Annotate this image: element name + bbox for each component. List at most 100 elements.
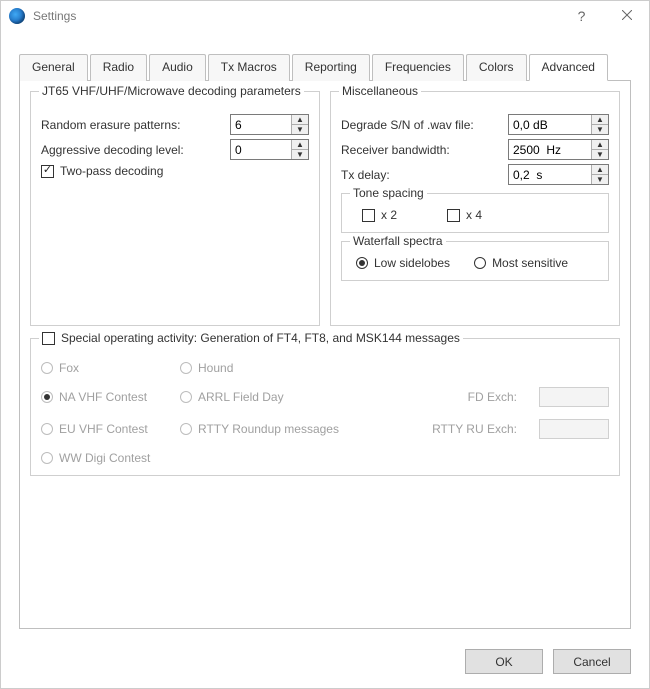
radio-icon [180,423,192,435]
tab-general[interactable]: General [19,54,88,81]
rtty-exch-input[interactable] [539,419,609,439]
radio-arrl-fd[interactable]: ARRL Field Day [180,390,350,404]
aggressive-down[interactable]: ▼ [292,150,308,159]
radio-ww-digi-label: WW Digi Contest [59,451,150,465]
waterfall-sensitive-radio[interactable]: Most sensitive [474,256,568,270]
erasure-up[interactable]: ▲ [292,115,308,125]
help-button[interactable]: ? [559,1,604,31]
degrade-down[interactable]: ▼ [592,125,608,134]
fd-exch-label: FD Exch: [364,390,517,404]
special-legend-container: Special operating activity: Generation o… [39,331,463,345]
radio-na-vhf[interactable]: NA VHF Contest [41,390,166,404]
radio-arrl-fd-label: ARRL Field Day [198,390,284,404]
special-enable-checkbox[interactable]: Special operating activity: Generation o… [42,331,460,345]
radio-hound[interactable]: Hound [180,361,305,375]
radio-icon [180,391,192,403]
radio-na-vhf-label: NA VHF Contest [59,390,147,404]
bandwidth-spin[interactable]: ▲ ▼ [508,139,609,160]
radio-fox[interactable]: Fox [41,361,166,375]
radio-fox-label: Fox [59,361,79,375]
tab-advanced[interactable]: Advanced [529,54,608,81]
x2-checkbox[interactable]: x 2 [362,208,397,222]
group-special: Special operating activity: Generation o… [30,338,620,476]
x2-label: x 2 [381,208,397,222]
aggressive-input[interactable] [231,140,291,159]
rtty-exch-label: RTTY RU Exch: [364,422,517,436]
tab-radio[interactable]: Radio [90,54,147,81]
waterfall-sensitive-label: Most sensitive [492,256,568,270]
radio-icon [41,423,53,435]
bandwidth-down[interactable]: ▼ [592,150,608,159]
radio-icon [41,362,53,374]
radio-rtty-label: RTTY Roundup messages [198,422,339,436]
checkbox-icon [362,209,375,222]
waterfall-low-radio[interactable]: Low sidelobes [356,256,450,270]
waterfall-low-label: Low sidelobes [374,256,450,270]
jt65-legend: JT65 VHF/UHF/Microwave decoding paramete… [39,84,304,98]
degrade-label: Degrade S/N of .wav file: [341,118,508,132]
checkbox-icon [42,332,55,345]
txdelay-up[interactable]: ▲ [592,165,608,175]
tone-legend: Tone spacing [350,186,427,200]
degrade-up[interactable]: ▲ [592,115,608,125]
radio-rtty[interactable]: RTTY Roundup messages [180,422,350,436]
erasure-down[interactable]: ▼ [292,125,308,134]
group-misc: Miscellaneous Degrade S/N of .wav file: … [330,91,620,326]
help-icon: ? [578,8,586,24]
group-tone-spacing: Tone spacing x 2 x 4 [341,193,609,233]
settings-window: Settings ? General Radio Audio Tx Macros… [0,0,650,689]
bandwidth-up[interactable]: ▲ [592,140,608,150]
fd-exch-input[interactable] [539,387,609,407]
radio-icon [356,257,368,269]
tab-colors[interactable]: Colors [466,54,527,81]
content-area: General Radio Audio Tx Macros Reporting … [1,31,649,639]
app-icon [9,8,25,24]
radio-eu-vhf-label: EU VHF Contest [59,422,148,436]
radio-icon [41,391,53,403]
radio-icon [180,362,192,374]
misc-legend: Miscellaneous [339,84,421,98]
tab-reporting[interactable]: Reporting [292,54,370,81]
checkbox-icon [41,165,54,178]
bandwidth-input[interactable] [509,140,591,159]
title-bar: Settings ? [1,1,649,31]
close-button[interactable] [604,1,649,31]
close-icon [622,9,632,23]
degrade-input[interactable] [509,115,591,134]
ok-button[interactable]: OK [465,649,543,674]
aggressive-spin[interactable]: ▲ ▼ [230,139,309,160]
radio-icon [474,257,486,269]
aggressive-label: Aggressive decoding level: [41,143,230,157]
window-title: Settings [33,9,76,23]
tab-frequencies[interactable]: Frequencies [372,54,464,81]
tab-bar: General Radio Audio Tx Macros Reporting … [19,53,631,81]
x4-checkbox[interactable]: x 4 [447,208,482,222]
radio-eu-vhf[interactable]: EU VHF Contest [41,422,166,436]
txdelay-down[interactable]: ▼ [592,175,608,184]
radio-icon [41,452,53,464]
group-jt65: JT65 VHF/UHF/Microwave decoding paramete… [30,91,320,326]
erasure-spin[interactable]: ▲ ▼ [230,114,309,135]
degrade-spin[interactable]: ▲ ▼ [508,114,609,135]
tab-audio[interactable]: Audio [149,54,206,81]
advanced-panel: JT65 VHF/UHF/Microwave decoding paramete… [19,81,631,629]
erasure-label: Random erasure patterns: [41,118,230,132]
txdelay-label: Tx delay: [341,168,508,182]
txdelay-input[interactable] [509,165,591,184]
bandwidth-label: Receiver bandwidth: [341,143,508,157]
tab-tx-macros[interactable]: Tx Macros [208,54,290,81]
checkbox-icon [447,209,460,222]
x4-label: x 4 [466,208,482,222]
radio-ww-digi[interactable]: WW Digi Contest [41,451,166,465]
two-pass-checkbox[interactable]: Two-pass decoding [41,164,163,178]
two-pass-label: Two-pass decoding [60,164,163,178]
dialog-button-bar: OK Cancel [1,639,649,688]
waterfall-legend: Waterfall spectra [350,234,446,248]
special-enable-label: Special operating activity: Generation o… [61,331,460,345]
radio-hound-label: Hound [198,361,233,375]
cancel-button[interactable]: Cancel [553,649,631,674]
txdelay-spin[interactable]: ▲ ▼ [508,164,609,185]
group-waterfall: Waterfall spectra Low sidelobes Most sen… [341,241,609,281]
erasure-input[interactable] [231,115,291,134]
aggressive-up[interactable]: ▲ [292,140,308,150]
